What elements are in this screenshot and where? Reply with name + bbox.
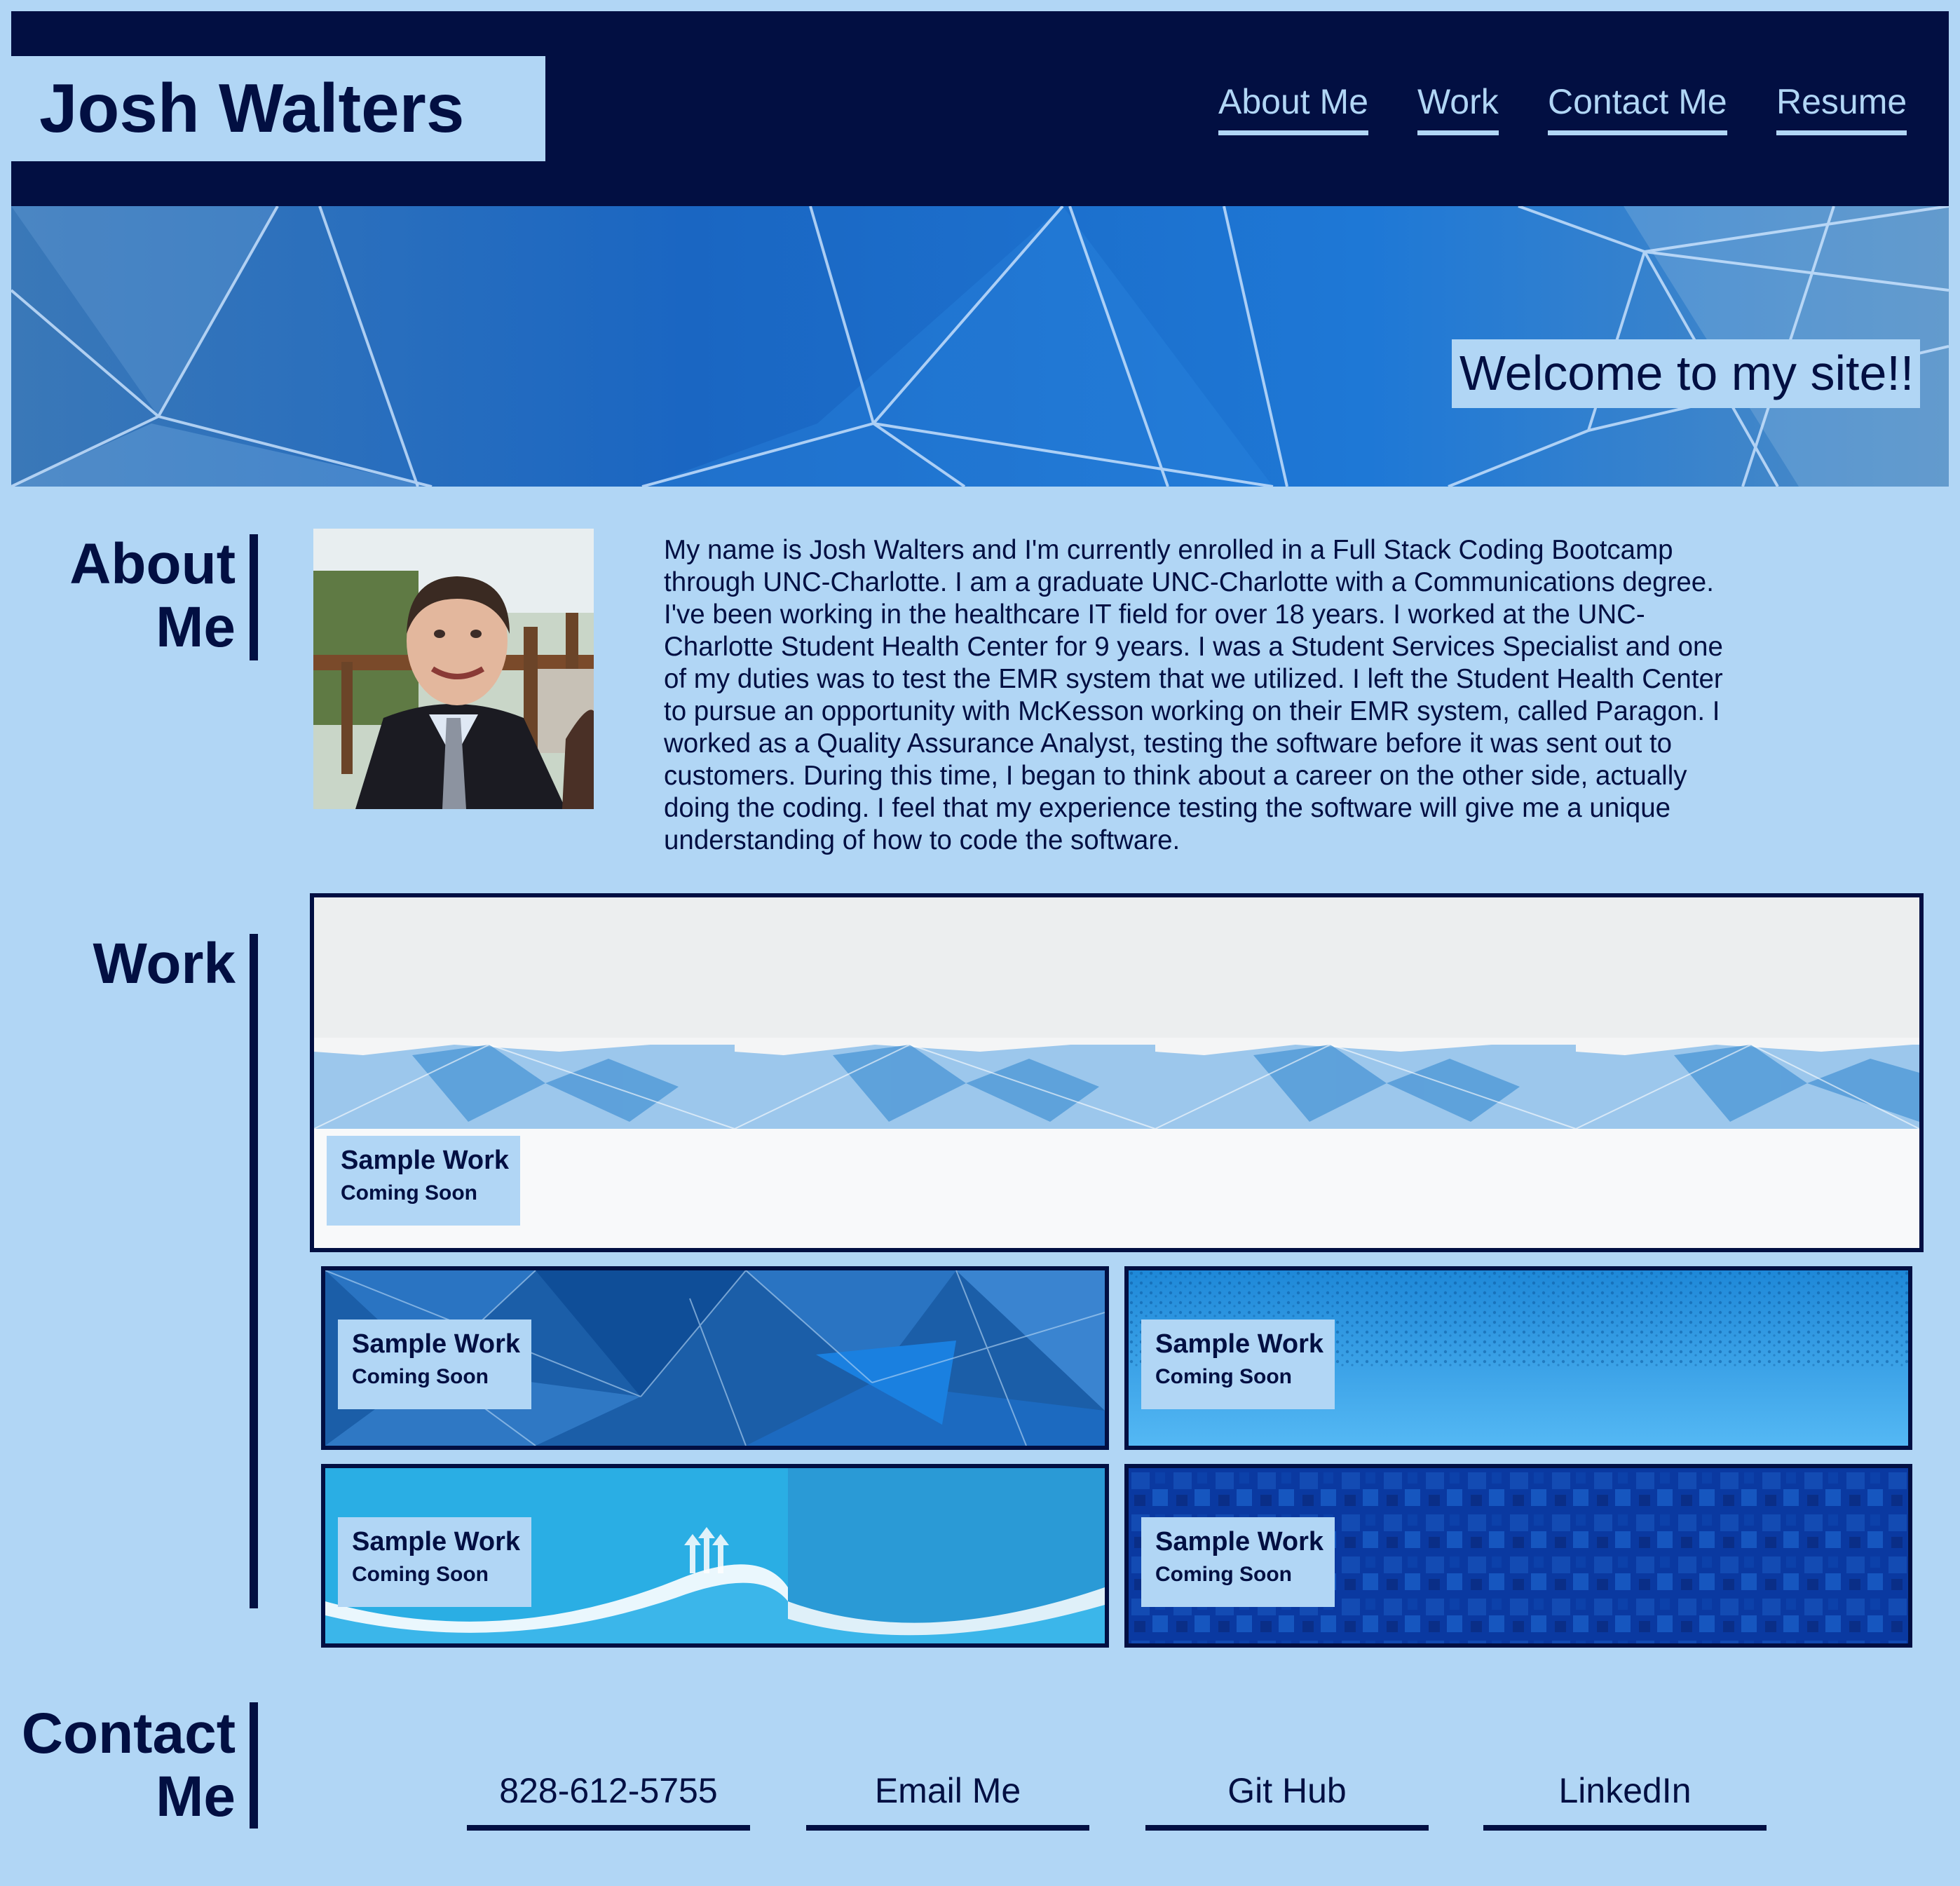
profile-photo <box>313 529 594 809</box>
work-card-4[interactable]: Sample Work Coming Soon <box>1124 1464 1912 1648</box>
welcome-message: Welcome to my site!! <box>1459 346 1914 400</box>
work-card-subtitle: Coming Soon <box>352 1563 489 1586</box>
work-card-featured-image <box>314 897 1919 1248</box>
work-card-title: Sample Work <box>341 1146 510 1175</box>
work-card-label: Sample Work Coming Soon <box>327 1136 520 1226</box>
work-card-3[interactable]: Sample Work Coming Soon <box>321 1464 1109 1648</box>
work-card-title: Sample Work <box>1155 1527 1324 1556</box>
work-card-label: Sample Work Coming Soon <box>338 1517 531 1607</box>
contact-heading-bar <box>250 1702 258 1829</box>
site-title[interactable]: Josh Walters <box>39 69 464 148</box>
work-heading-bar <box>250 934 258 1608</box>
nav-about-me[interactable]: About Me <box>1218 81 1369 135</box>
nav-resume[interactable]: Resume <box>1776 81 1907 135</box>
work-card-title: Sample Work <box>352 1527 521 1556</box>
about-heading: About Me <box>42 533 236 659</box>
work-card-subtitle: Coming Soon <box>352 1365 489 1388</box>
work-heading: Work <box>93 932 236 996</box>
contact-linkedin-link[interactable]: LinkedIn <box>1483 1770 1767 1831</box>
work-card-subtitle: Coming Soon <box>1155 1365 1292 1388</box>
work-card-subtitle: Coming Soon <box>341 1181 477 1205</box>
contact-heading: Contact Me <box>14 1702 236 1829</box>
about-heading-line1: About <box>69 532 236 596</box>
about-heading-bar <box>250 534 258 660</box>
work-card-subtitle: Coming Soon <box>1155 1563 1292 1586</box>
about-paragraph: My name is Josh Walters and I'm currentl… <box>664 535 1723 855</box>
work-card-title: Sample Work <box>352 1329 521 1359</box>
work-card-label: Sample Work Coming Soon <box>1141 1319 1335 1409</box>
work-card-title: Sample Work <box>1155 1329 1324 1359</box>
contact-heading-line2: Me <box>156 1765 236 1829</box>
contact-heading-line1: Contact <box>21 1702 236 1765</box>
nav-contact-me[interactable]: Contact Me <box>1548 81 1727 135</box>
work-card-label: Sample Work Coming Soon <box>338 1319 531 1409</box>
work-card-2[interactable]: Sample Work Coming Soon <box>1124 1266 1912 1450</box>
work-card-label: Sample Work Coming Soon <box>1141 1517 1335 1607</box>
nav-work[interactable]: Work <box>1417 81 1499 135</box>
work-card-featured[interactable]: Sample Work Coming Soon <box>310 893 1924 1252</box>
contact-github-link[interactable]: Git Hub <box>1145 1770 1429 1831</box>
work-card-1[interactable]: Sample Work Coming Soon <box>321 1266 1109 1450</box>
contact-phone-link[interactable]: 828-612-5755 <box>467 1770 750 1831</box>
contact-email-link[interactable]: Email Me <box>806 1770 1089 1831</box>
about-heading-line2: Me <box>156 595 236 659</box>
